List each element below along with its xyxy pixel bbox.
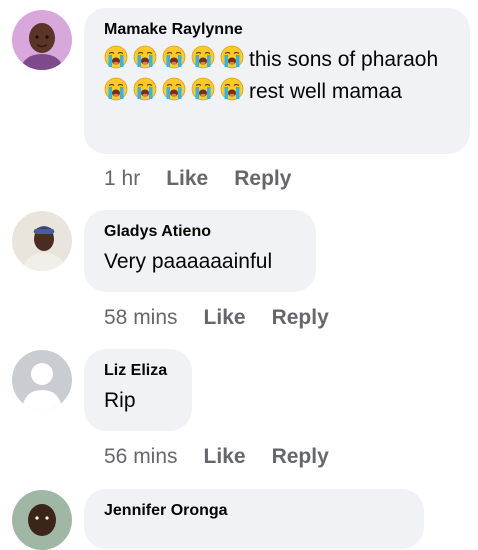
comment-bubble: Mamake Raylynne this sons of pharaoh res… [84,8,470,154]
loudly-crying-face-icon [133,45,157,69]
comment-timestamp[interactable]: 56 mins [104,445,178,468]
comment-text: Very paaaaaainful [104,250,273,273]
loudly-crying-face-icon [162,77,186,101]
comment-timestamp[interactable]: 1 hr [104,167,140,190]
loudly-crying-face-icon [220,77,244,101]
loudly-crying-face-icon [220,45,244,69]
avatar[interactable] [12,211,72,271]
like-button[interactable]: Like [204,445,246,468]
loudly-crying-face-icon [191,77,215,101]
like-button[interactable]: Like [204,306,246,329]
loudly-crying-face-icon [104,45,128,69]
comment-actions: 1 hr Like Reply [104,166,291,192]
avatar[interactable] [12,10,72,70]
loudly-crying-face-icon [162,45,186,69]
comment-actions: 56 mins Like Reply [104,444,329,470]
comment-bubble: Jennifer Oronga [84,489,424,549]
comment-actions: 58 mins Like Reply [104,305,329,331]
comment-bubble: Liz Eliza Rip [84,349,192,431]
avatar[interactable] [12,490,72,550]
comment-text-part-1: this sons of pharaoh [249,48,439,71]
comment-text: Rip [104,389,136,412]
reply-button[interactable]: Reply [272,445,329,468]
default-avatar-icon[interactable] [12,350,72,410]
loudly-crying-face-icon [104,77,128,101]
loudly-crying-face-icon [191,45,215,69]
loudly-crying-face-icon [133,77,157,101]
comment-text-part-2: rest well mamaa [249,80,402,103]
comment-author[interactable]: Gladys Atieno [104,222,296,242]
comment-author[interactable]: Liz Eliza [104,361,172,381]
comment-bubble: Gladys Atieno Very paaaaaainful [84,210,316,292]
reply-button[interactable]: Reply [234,167,291,190]
comment-author[interactable]: Mamake Raylynne [104,20,450,40]
comment-timestamp[interactable]: 58 mins [104,306,178,329]
comment-author[interactable]: Jennifer Oronga [104,501,404,521]
comment-text: this sons of pharaoh rest well mamaa [104,44,450,108]
reply-button[interactable]: Reply [272,306,329,329]
like-button[interactable]: Like [166,167,208,190]
